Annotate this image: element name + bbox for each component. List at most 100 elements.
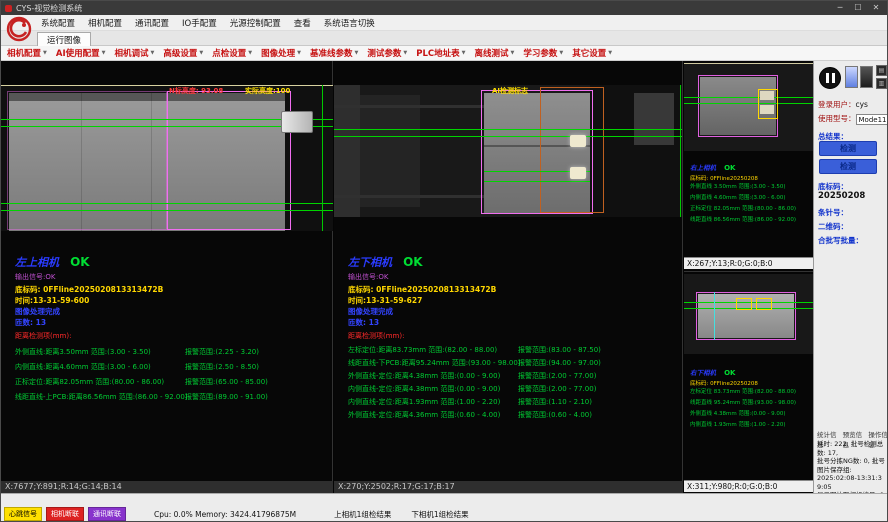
lower-camera-result-label: 下相机1组检结果 xyxy=(411,509,468,520)
menu-camera-config[interactable]: 相机配置 xyxy=(88,17,122,29)
camera-name: 右上相机 xyxy=(690,162,716,172)
close-button[interactable]: ✕ xyxy=(867,2,885,14)
result-text-left-bottom: 左下相机 OK 输出信号:OK 底标码: 0FFline202502081331… xyxy=(348,251,679,422)
toolbar: 相机配置▼ AI使用配置▼ 相机调试▼ 高级设置▼ 点检设置▼ 图像处理▼ 基准… xyxy=(1,46,888,61)
tab-run-image[interactable]: 运行图像 xyxy=(37,32,91,46)
measurement-line: 正标定位 82.05mm 范围:(80.00 - 86.00) xyxy=(690,204,810,215)
layout-bottom-icon[interactable]: ▥ xyxy=(876,78,887,89)
toolbar-button-learning-params[interactable]: 学习参数▼ xyxy=(523,47,563,59)
menu-io-config[interactable]: IO手配置 xyxy=(182,17,217,29)
pixel-coordinate-readout: X:267;Y:13;R:0;G:0;B:0 xyxy=(684,257,813,269)
toolbar-button-label: AI使用配置 xyxy=(56,47,100,59)
height-actual-label: 实际高度:100 xyxy=(245,86,290,96)
toolbar-button-plc-address-table[interactable]: PLC地址表▼ xyxy=(416,47,465,59)
camera-image-left-bottom[interactable]: AI检测标志 xyxy=(334,85,682,217)
camera-image-left-top[interactable]: N标高度: 93.08 实际高度:100 xyxy=(1,85,333,231)
grid-line xyxy=(1,203,333,204)
measurement-warn-range: 报警范围:(89.00 - 91.00) xyxy=(185,390,268,405)
measurement-value: 线距直线-下PCB:距离95.24mm 范围:(93.00 - 98.00) xyxy=(348,357,518,370)
measurement-value: 线距直线-上PCB:距离86.56mm 范围:(86.00 - 92.00) xyxy=(15,390,185,405)
turns-count: 匝数: 13 xyxy=(348,317,679,328)
login-user-label: 登录用户： xyxy=(818,100,856,109)
menu-system-config[interactable]: 系统配置 xyxy=(41,17,75,29)
toolbar-button-label: 离线测试 xyxy=(474,47,508,59)
toolbar-button-label: 测试参数 xyxy=(367,47,401,59)
measurement-warn-range: 报警范围:(2.50 - 8.50) xyxy=(185,360,259,375)
measurement-warn-range: 报警范围:(65.00 - 85.00) xyxy=(185,375,268,390)
toolbar-button-other-settings[interactable]: 其它设置▼ xyxy=(572,47,612,59)
menu-language-switch[interactable]: 系统语言切换 xyxy=(324,17,375,29)
machine-part xyxy=(634,93,674,145)
model-input[interactable]: Mode11 xyxy=(856,114,888,125)
pause-button[interactable] xyxy=(819,67,841,89)
small-camera-column: 右上相机 OK 底标码: 0FFline20250208 外侧直线 3.50mm… xyxy=(684,61,813,493)
menu-comm-config[interactable]: 通讯配置 xyxy=(135,17,169,29)
measurement-row: 内侧直线:距离4.60mm 范围:(3.00 - 6.00)报警范围:(2.50… xyxy=(15,360,329,375)
camera-preview-icon[interactable] xyxy=(845,66,858,88)
chevron-down-icon: ▼ xyxy=(199,50,203,56)
measurement-line: 线距直线 86.56mm 范围:(86.00 - 92.00) xyxy=(690,215,810,226)
comm-link-indicator: 通讯断联 xyxy=(88,507,126,521)
toolbar-button-camera-debug[interactable]: 相机调试▼ xyxy=(114,47,154,59)
app-logo xyxy=(5,16,33,43)
toolbar-button-advanced-settings[interactable]: 高级设置▼ xyxy=(163,47,203,59)
toolbar-button-ai-usage-config[interactable]: AI使用配置▼ xyxy=(56,47,106,59)
result-ok-badge: OK xyxy=(724,369,735,377)
measurement-row: 内侧直线-定位:距离4.38mm 范围:(0.00 - 9.00)报警范围:(2… xyxy=(348,383,679,396)
toolbar-button-camera-config[interactable]: 相机配置▼ xyxy=(7,47,47,59)
chevron-down-icon: ▼ xyxy=(608,50,612,56)
chevron-down-icon: ▼ xyxy=(355,50,359,56)
tab-bar: 运行图像 xyxy=(1,31,888,46)
measurement-line: 左标定位 83.73mm 范围:(82.00 - 88.00) xyxy=(690,387,810,398)
menu-light-control-config[interactable]: 光源控制配置 xyxy=(230,17,281,29)
maximize-button[interactable]: ☐ xyxy=(849,2,867,14)
titlebar: CYS-视觉检测系统 ─ ☐ ✕ xyxy=(1,1,888,15)
measurement-row: 左标定位:距离83.73mm 范围:(82.00 - 88.00)报警范围:(8… xyxy=(348,344,679,357)
ai-flag-label: AI检测标志 xyxy=(492,86,528,96)
result-box[interactable]: 检测 xyxy=(819,141,877,156)
highlight-spot xyxy=(570,135,586,147)
model-label: 使用型号： xyxy=(818,114,856,123)
highlight-spot xyxy=(760,105,774,114)
layout-top-icon[interactable]: ▤ xyxy=(876,65,887,76)
height-measure-label: N标高度: 93.08 xyxy=(169,86,223,96)
result-text-right-bottom: 右下相机 OK 底标码: 0FFline20250208 左标定位 83.73m… xyxy=(690,360,810,431)
result-ok-badge: OK xyxy=(70,255,90,269)
measurement-line: 内侧直线 4.60mm 范围:(3.00 - 6.00) xyxy=(690,193,810,204)
barcode-text: 底标码: 0FFline2025020813313472B xyxy=(15,284,329,295)
measurement-row: 外侧直线:距离3.50mm 范围:(3.00 - 3.50)报警范围:(2.25… xyxy=(15,345,329,360)
menu-view[interactable]: 查看 xyxy=(294,17,311,29)
camera-panel-left-top: N标高度: 93.08 实际高度:100 左上相机 OK 输出信号:OK 底标码… xyxy=(1,61,333,493)
roi-rect-orange xyxy=(540,87,604,213)
grid-line-vertical xyxy=(680,85,681,217)
chevron-down-icon: ▼ xyxy=(151,50,155,56)
output-signal: 输出信号:OK xyxy=(348,272,679,282)
toolbar-button-label: 高级设置 xyxy=(163,47,197,59)
toolbar-button-spot-check[interactable]: 点检设置▼ xyxy=(212,47,252,59)
process-status: 图像处理完成 xyxy=(348,306,679,317)
measurement-row: 内侧直线-定位:距离1.93mm 范围:(1.00 - 2.20)报警范围:(1… xyxy=(348,396,679,409)
measurement-value: 内侧直线-定位:距离1.93mm 范围:(1.00 - 2.20) xyxy=(348,396,518,409)
grid-line xyxy=(684,97,813,98)
camera-panel-right-bottom: 右下相机 OK 底标码: 0FFline20250208 左标定位 83.73m… xyxy=(684,271,813,493)
result-box[interactable]: 检测 xyxy=(819,159,877,174)
toolbar-button-offline-test[interactable]: 离线测试▼ xyxy=(474,47,514,59)
output-signal: 输出信号:OK xyxy=(15,272,329,282)
highlight-spot xyxy=(760,91,774,100)
toolbar-button-image-processing[interactable]: 图像处理▼ xyxy=(261,47,301,59)
minimize-button[interactable]: ─ xyxy=(831,2,849,14)
measurement-value: 内侧直线-定位:距离4.38mm 范围:(0.00 - 9.00) xyxy=(348,383,518,396)
toolbar-button-baseline-params[interactable]: 基准线参数▼ xyxy=(310,47,358,59)
toolbar-button-label: PLC地址表 xyxy=(416,47,459,59)
pixel-coordinate-readout: X:7677;Y:891;R:14;G:14;B:14 xyxy=(1,481,333,493)
camera-panel-right-top: 右上相机 OK 底标码: 0FFline20250208 外侧直线 3.50mm… xyxy=(684,61,813,269)
toolbar-button-test-params[interactable]: 测试参数▼ xyxy=(367,47,407,59)
measurement-warn-range: 报警范围:(2.25 - 3.20) xyxy=(185,345,259,360)
toolbar-button-label: 基准线参数 xyxy=(310,47,353,59)
measurement-value: 左标定位:距离83.73mm 范围:(82.00 - 88.00) xyxy=(348,344,518,357)
tool-panel-icon[interactable] xyxy=(860,66,873,88)
camera-image-right-bottom[interactable] xyxy=(684,274,813,354)
chevron-down-icon: ▼ xyxy=(511,50,515,56)
camera-image-right-top[interactable] xyxy=(684,63,813,151)
connector-part xyxy=(281,111,313,133)
